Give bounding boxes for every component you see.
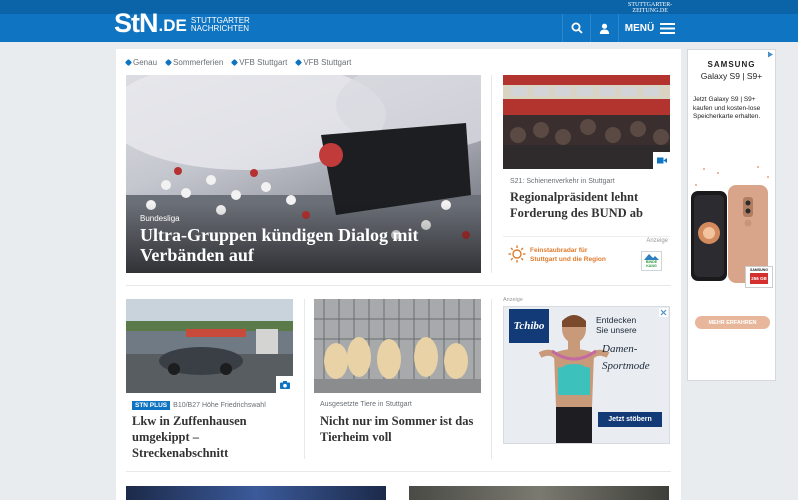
video-camera-icon <box>656 157 667 164</box>
samsung-copy: Jetzt Galaxy S9 | S9+ kaufen und kosten-… <box>693 96 761 120</box>
logo-tld: .DE <box>158 16 187 35</box>
story-headline[interactable]: Nicht nur im Sommer ist das Tierheim vol… <box>320 413 478 445</box>
tchibo-script2: Sportmode <box>602 360 650 372</box>
camera-icon <box>279 380 290 389</box>
puppies-photo <box>314 299 481 393</box>
tag-label: VFB Stuttgart <box>239 58 288 67</box>
story-headline[interactable]: Lkw in Zuffenhausen umgekippt – Strecken… <box>132 413 290 461</box>
next-story-image[interactable] <box>126 486 386 500</box>
sponsor-logo: BINDE KANG <box>641 251 662 271</box>
tag-label: VFB Stuttgart <box>303 58 352 67</box>
story-image-lkw[interactable] <box>126 299 293 393</box>
tag-link[interactable]: VFB Stuttgart <box>295 58 352 67</box>
ad-choices-icon[interactable] <box>767 51 774 58</box>
tag-list: Genau Sommerferien VFB Stuttgart VFB Stu… <box>124 58 352 67</box>
tag-icon <box>164 58 173 67</box>
accident-photo <box>126 299 293 393</box>
user-icon <box>599 23 610 34</box>
logo-subtitle: STUTTGARTER NACHRICHTEN <box>191 17 250 33</box>
tchibo-ad-script: Damen- Sportmode <box>602 341 650 375</box>
column-divider <box>304 299 305 459</box>
tag-icon <box>124 58 133 67</box>
partner-link-stuttgarter-zeitung[interactable]: STUTTGARTER- ZEITUNG.DE <box>628 2 672 14</box>
samsung-cta-button[interactable]: MEHR ERFAHREN <box>695 316 770 329</box>
samsung-ad[interactable]: SAMSUNG Galaxy S9 | S9+ Jetzt Galaxy S9 … <box>687 49 776 381</box>
gallery-badge <box>276 376 293 393</box>
story-kicker-text: B10/B27 Höhe Friedrichswahl <box>173 402 266 409</box>
tag-link[interactable]: VFB Stuttgart <box>231 58 288 67</box>
tchibo-cta-button[interactable]: Jetzt stöbern <box>598 412 662 427</box>
tchibo-ad-text: Entdecken Sie unsere <box>596 315 637 335</box>
site-logo[interactable]: StN .DE STUTTGARTER NACHRICHTEN <box>114 6 250 38</box>
main-content: Genau Sommerferien VFB Stuttgart VFB Stu… <box>116 49 681 500</box>
tag-link[interactable]: Sommerferien <box>164 58 224 67</box>
logo-wordmark: StN <box>114 8 158 38</box>
promo-ad-label: Anzeige <box>646 238 668 244</box>
memory-card-brand: SAMSUNG <box>750 268 768 272</box>
sponsor-logo-line2: KANG <box>646 264 657 268</box>
tag-icon <box>295 58 303 67</box>
hero-kicker: Bundesliga <box>140 214 180 223</box>
samsung-model: Galaxy S9 | S9+ <box>700 71 763 81</box>
promo-feinstaubradar[interactable]: Anzeige Feinstaubradar für Stuttgart und… <box>503 236 670 272</box>
tchibo-line2: Sie unsere <box>596 325 637 335</box>
column-divider <box>491 299 492 459</box>
story-image-tierheim[interactable] <box>314 299 481 393</box>
hero-teaser[interactable]: Bundesliga Ultra-Gruppen kündigen Dialog… <box>126 75 481 273</box>
search-icon <box>571 22 583 34</box>
ad-close-icon[interactable] <box>659 308 668 317</box>
tag-label: Genau <box>133 58 158 67</box>
story-kicker: Ausgesetzte Tiere in Stuttgart <box>320 401 412 408</box>
row-divider <box>126 285 671 286</box>
tag-icon <box>231 58 239 67</box>
video-badge <box>653 152 670 169</box>
train-crowd-photo <box>503 75 670 169</box>
promo-line2: Stuttgart und die Region <box>530 256 606 263</box>
menu-button[interactable]: MENÜ <box>619 14 681 42</box>
side-story-image[interactable] <box>503 75 670 169</box>
memory-card-size: 256 GB <box>750 273 768 284</box>
stn-plus-badge: STN PLUS <box>132 401 171 410</box>
hamburger-icon <box>660 22 676 34</box>
promo-text: Feinstaubradar für Stuttgart und die Reg… <box>530 246 606 264</box>
story-kicker: STN PLUS B10/B27 Höhe Friedrichswahl <box>132 401 266 410</box>
ad-label: Anzeige <box>503 297 523 303</box>
search-button[interactable] <box>563 14 590 42</box>
row-divider <box>126 471 671 472</box>
side-story-kicker: S21: Schienenverkehr in Stuttgart <box>510 178 615 185</box>
tchibo-script1: Damen- <box>602 343 638 355</box>
memory-card-image: SAMSUNG 256 GB <box>745 266 773 288</box>
tag-link[interactable]: Genau <box>124 58 158 67</box>
logo-subtitle-line2: NACHRICHTEN <box>190 24 250 33</box>
promo-line1: Feinstaubradar für <box>530 247 588 254</box>
tag-label: Sommerferien <box>173 58 224 67</box>
menu-label: MENÜ <box>624 22 655 34</box>
samsung-brand: SAMSUNG <box>707 60 756 69</box>
column-divider <box>491 75 492 273</box>
next-story-image[interactable] <box>409 486 669 500</box>
hero-headline[interactable]: Ultra-Gruppen kündigen Dialog mit Verbän… <box>140 225 470 265</box>
sun-icon <box>508 245 526 263</box>
side-story-headline[interactable]: Regionalpräsident lehnt Forderung des BU… <box>510 189 665 221</box>
tchibo-line1: Entdecken <box>596 315 637 325</box>
tchibo-ad[interactable]: Tchibo Entdecken Sie unsere Damen- Sport… <box>503 306 670 444</box>
account-button[interactable] <box>591 14 618 42</box>
